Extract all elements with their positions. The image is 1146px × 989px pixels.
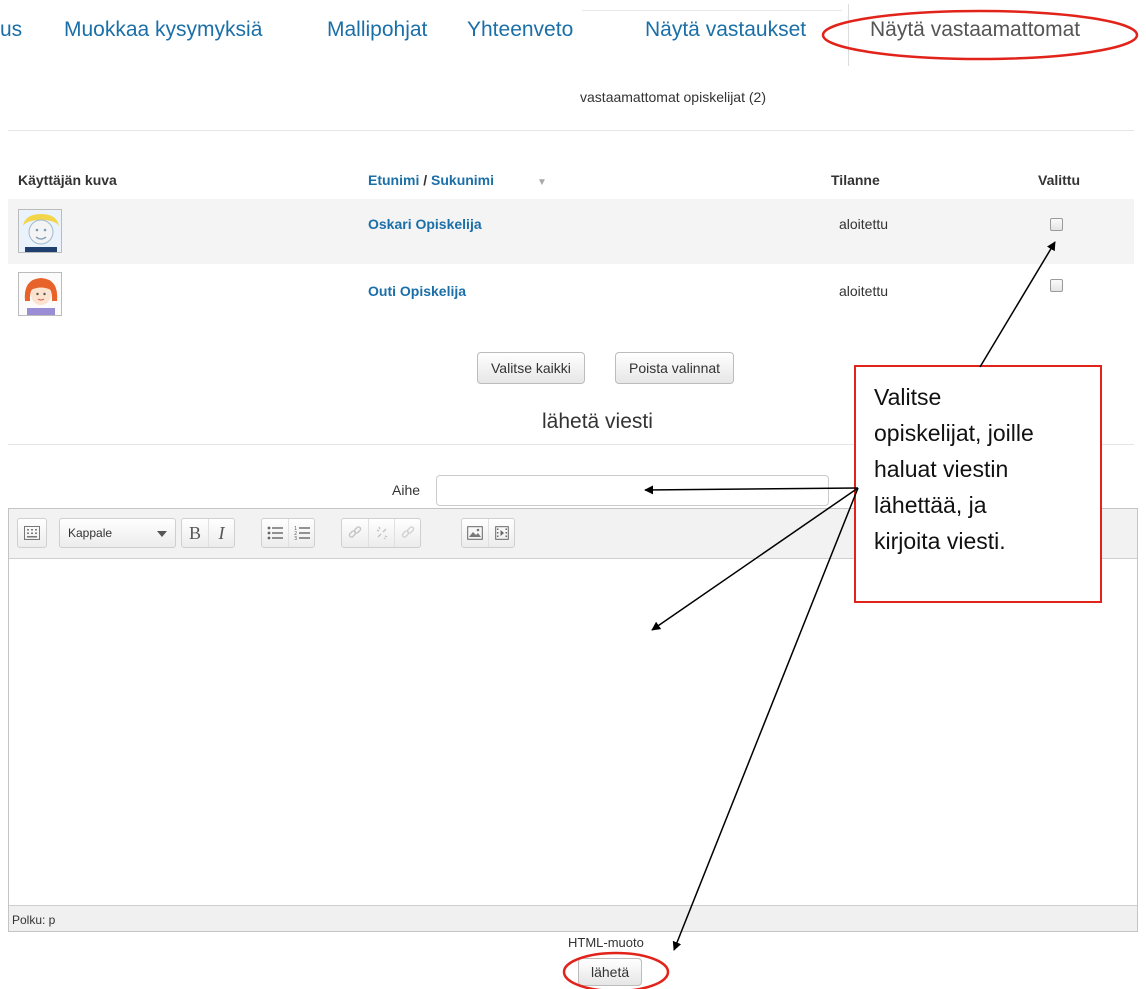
unlink-icon[interactable] xyxy=(368,519,394,547)
callout-line: haluat viestin xyxy=(874,456,1009,482)
divider xyxy=(8,130,1134,131)
format-select-value: Kappale xyxy=(68,526,113,540)
table-row: Outi Opiskelija aloitettu xyxy=(8,264,1134,329)
paragraph-format-select[interactable]: Kappale xyxy=(59,518,176,548)
sort-firstname-link[interactable]: Etunimi xyxy=(368,172,419,188)
link-icon[interactable] xyxy=(342,519,368,547)
italic-icon[interactable]: I xyxy=(208,519,234,547)
bold-icon[interactable]: B xyxy=(182,519,208,547)
user-avatar[interactable] xyxy=(18,272,62,316)
tab-divider-line xyxy=(582,10,842,11)
nonrespondent-count: vastaamattomat opiskelijat (2) xyxy=(580,89,766,105)
tab-templates[interactable]: Mallipohjat xyxy=(327,18,427,42)
callout-line: kirjoita viesti. xyxy=(874,528,1006,554)
instruction-callout: Valitse opiskelijat, joille haluat viest… xyxy=(854,365,1102,603)
tab-show-responses[interactable]: Näytä vastaukset xyxy=(645,18,806,42)
header-status: Tilanne xyxy=(831,172,880,188)
chevron-down-icon xyxy=(157,531,167,537)
editor-path-bar: Polku: p xyxy=(9,905,1137,931)
message-body-editor[interactable] xyxy=(9,560,1137,906)
select-checkbox[interactable] xyxy=(1050,279,1063,292)
user-name-link[interactable]: Outi Opiskelija xyxy=(368,283,466,299)
nav-tabs: us Muokkaa kysymyksiä Mallipohjat Yhteen… xyxy=(0,0,1146,66)
ordered-list-icon[interactable]: 123 xyxy=(288,519,314,547)
table-row: Oskari Opiskelija aloitettu xyxy=(8,199,1134,264)
link-group xyxy=(341,518,421,548)
user-name-link[interactable]: Oskari Opiskelija xyxy=(368,216,482,232)
select-all-button[interactable]: Valitse kaikki xyxy=(477,352,585,384)
tab-partial[interactable]: us xyxy=(0,18,22,42)
svg-text:3: 3 xyxy=(294,536,297,540)
anchor-icon[interactable] xyxy=(394,519,420,547)
toolbar-toggle-icon[interactable] xyxy=(17,518,47,548)
select-checkbox[interactable] xyxy=(1050,218,1063,231)
unordered-list-icon[interactable] xyxy=(262,519,288,547)
tab-separator xyxy=(848,4,849,66)
callout-line: lähettää, ja xyxy=(874,492,987,518)
callout-line: Valitse xyxy=(874,384,942,410)
image-icon[interactable] xyxy=(462,519,488,547)
list-group: 123 xyxy=(261,518,315,548)
editor-path: Polku: p xyxy=(12,913,56,927)
media-group xyxy=(461,518,515,548)
send-button[interactable]: lähetä xyxy=(578,958,643,986)
tab-summary[interactable]: Yhteenveto xyxy=(467,18,573,42)
tab-edit-questions[interactable]: Muokkaa kysymyksiä xyxy=(64,18,262,42)
media-icon[interactable] xyxy=(488,519,514,547)
header-user-picture: Käyttäjän kuva xyxy=(18,172,117,188)
header-selected: Valittu xyxy=(1038,172,1081,188)
text-style-group: B I xyxy=(181,518,235,548)
status-text: aloitettu xyxy=(839,283,889,299)
callout-line: opiskelijat, joille xyxy=(874,420,1034,446)
header-separator: / xyxy=(419,172,432,188)
send-message-title: lähetä viesti xyxy=(542,410,653,433)
sort-lastname-link[interactable]: Sukunimi xyxy=(431,172,494,188)
tab-show-nonrespondents[interactable]: Näytä vastaamattomat xyxy=(870,18,1080,42)
header-name: Etunimi / Sukunimi xyxy=(368,172,494,188)
subject-label: Aihe xyxy=(392,482,421,498)
subject-input[interactable] xyxy=(436,475,829,506)
sort-desc-icon: ▼ xyxy=(537,177,547,188)
format-mode-label: HTML-muoto xyxy=(568,935,644,950)
deselect-all-button[interactable]: Poista valinnat xyxy=(615,352,735,384)
status-text: aloitettu xyxy=(839,216,889,232)
user-avatar[interactable] xyxy=(18,209,62,253)
